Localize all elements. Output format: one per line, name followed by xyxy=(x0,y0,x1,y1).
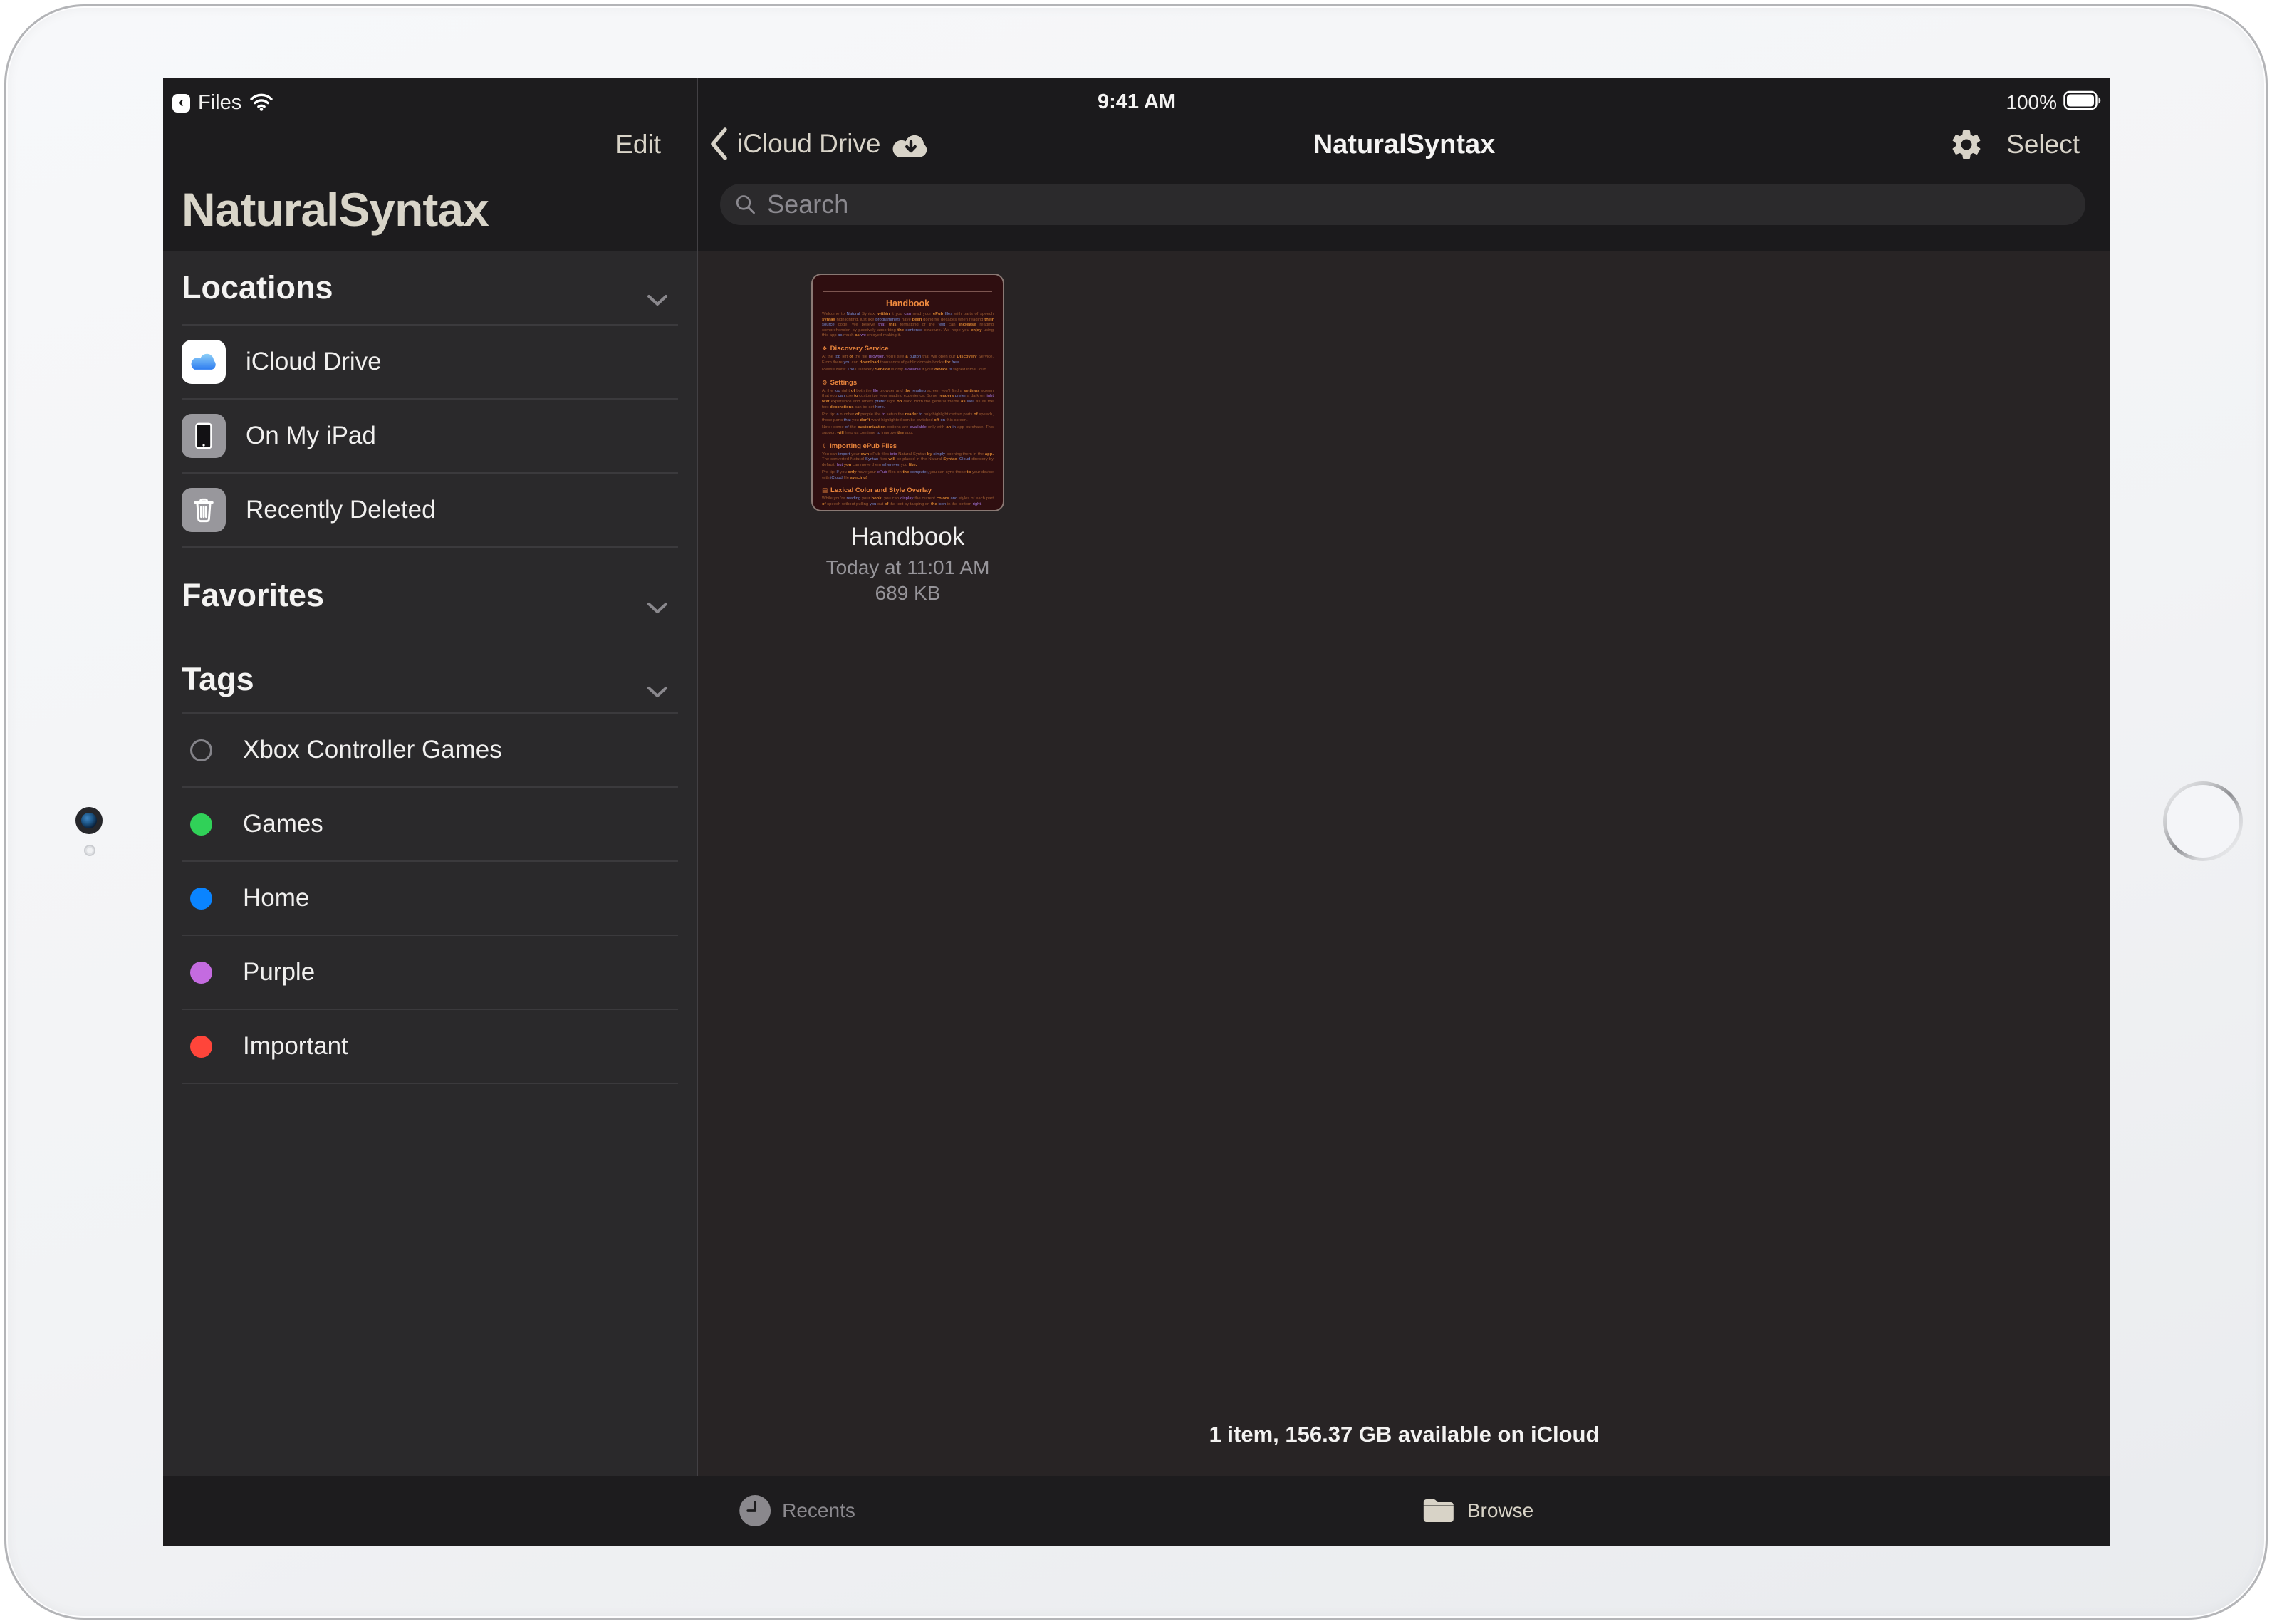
file-thumbnail: Handbook Welcome to Natural Syntax, with… xyxy=(811,274,1004,511)
clock-icon xyxy=(739,1494,771,1527)
thumb-paragraph: You can import your own ePub files into … xyxy=(822,452,994,469)
chevron-left-icon: ‹ xyxy=(179,95,184,110)
folder-icon xyxy=(1421,1497,1457,1525)
tag-item-games[interactable]: Games xyxy=(182,788,678,862)
status-app-name: Files xyxy=(198,91,241,115)
status-bar-right: 100% xyxy=(2006,90,2102,114)
tag-item-purple[interactable]: Purple xyxy=(182,936,678,1010)
home-button xyxy=(2163,781,2243,861)
sidebar-item-label: Recently Deleted xyxy=(246,496,436,524)
sidebar-item-label: On My iPad xyxy=(246,422,376,450)
tag-label: Games xyxy=(243,810,323,838)
battery-percent: 100% xyxy=(2006,91,2057,114)
tag-item-xbox-controller-games[interactable]: Xbox Controller Games xyxy=(182,714,678,788)
thumb-section: ⚙Settings At the top right of both the f… xyxy=(822,379,994,437)
status-time: 9:41 AM xyxy=(1098,90,1176,114)
tag-circle-icon xyxy=(190,813,212,836)
sidebar-item-label: iCloud Drive xyxy=(246,348,382,376)
tab-label: Browse xyxy=(1467,1499,1533,1522)
home-button-inner xyxy=(2167,785,2239,858)
thumb-paragraph: Please Note: The Discovery Service is on… xyxy=(822,368,994,373)
thumb-section: ▤Lexical Color and Style Overlay While y… xyxy=(822,486,994,507)
thumb-paragraph: Pro tip: a number of people like to setu… xyxy=(822,412,994,423)
sidebar: Edit NaturalSyntax Locations iCloud Driv… xyxy=(163,78,697,1546)
file-modified-date: Today at 11:01 AM xyxy=(811,556,1004,579)
screen: Edit NaturalSyntax Locations iCloud Driv… xyxy=(163,78,2110,1546)
thumb-divider xyxy=(823,291,992,292)
tag-circle-icon xyxy=(190,1036,212,1058)
search-bar[interactable] xyxy=(720,184,2085,225)
trash-icon xyxy=(182,488,226,532)
thumb-paragraph: At the top right of both the file browse… xyxy=(822,389,994,410)
chevron-down-icon[interactable] xyxy=(647,585,668,623)
tab-browse[interactable]: Browse xyxy=(1421,1476,1533,1546)
edit-button[interactable]: Edit xyxy=(615,130,661,160)
overlay-icon: ▤ xyxy=(822,486,828,494)
section-header-locations[interactable]: Locations xyxy=(182,269,678,306)
tag-item-home[interactable]: Home xyxy=(182,862,678,936)
search-icon xyxy=(734,193,756,216)
thumb-section: ❖Discovery Service At the top left of th… xyxy=(822,345,994,373)
sidebar-item-icloud-drive[interactable]: iCloud Drive xyxy=(182,326,678,400)
battery-icon xyxy=(2063,90,2102,114)
thumb-paragraph: Welcome to Natural Syntax, within it you… xyxy=(822,312,994,339)
discovery-icon: ❖ xyxy=(822,345,828,352)
light-sensor xyxy=(84,845,95,856)
tag-item-important[interactable]: Important xyxy=(182,1010,678,1084)
thumb-doc-title: Handbook xyxy=(822,298,994,308)
thumb-paragraph: Note: some of the customization options … xyxy=(822,425,994,436)
gear-icon[interactable] xyxy=(1949,127,1984,166)
page-title: NaturalSyntax xyxy=(698,130,2110,160)
items-status-text: 1 item, 156.37 GB available on iCloud xyxy=(698,1422,2110,1447)
icloud-drive-icon xyxy=(182,340,226,384)
front-camera xyxy=(75,807,103,834)
tag-label: Home xyxy=(243,884,309,912)
thumb-section-title: Settings xyxy=(830,379,857,387)
thumb-paragraph: At the top left of the file browser, you… xyxy=(822,355,994,365)
section-header-tags[interactable]: Tags xyxy=(182,661,678,698)
tag-label: Important xyxy=(243,1032,348,1061)
tags-label: Tags xyxy=(182,661,254,697)
thumb-section-title: Importing ePub Files xyxy=(830,442,897,450)
main-header: iCloud Drive NaturalSyntax Select xyxy=(698,78,2110,251)
favorites-label: Favorites xyxy=(182,577,324,613)
sidebar-item-recently-deleted[interactable]: Recently Deleted xyxy=(182,474,678,548)
file-size: 689 KB xyxy=(811,582,1004,605)
sidebar-item-on-my-ipad[interactable]: On My iPad xyxy=(182,400,678,474)
tag-circle-icon xyxy=(190,962,212,984)
thumb-section-title: Lexical Color and Style Overlay xyxy=(830,486,932,494)
tab-bar: Recents Browse xyxy=(163,1476,2110,1546)
sidebar-app-title: NaturalSyntax xyxy=(182,182,489,236)
section-header-favorites[interactable]: Favorites xyxy=(182,577,678,614)
tab-label: Recents xyxy=(782,1499,855,1522)
status-bar-left: ‹ Files xyxy=(172,91,273,115)
locations-list: iCloud Drive On My iPad xyxy=(182,324,678,548)
chevron-down-icon[interactable] xyxy=(647,670,668,707)
file-name: Handbook xyxy=(811,523,1004,551)
search-input[interactable] xyxy=(766,189,2071,220)
wifi-icon xyxy=(249,92,273,115)
tag-label: Xbox Controller Games xyxy=(243,736,502,764)
select-button[interactable]: Select xyxy=(2006,130,2080,160)
chevron-down-icon[interactable] xyxy=(647,278,668,315)
tag-circle-icon xyxy=(190,739,212,761)
tags-list: Xbox Controller Games Games Home Purple … xyxy=(182,712,678,1084)
pane-divider xyxy=(697,78,698,1546)
thumb-section: ⇩Importing ePub Files You can import you… xyxy=(822,442,994,482)
file-item-handbook[interactable]: Handbook Welcome to Natural Syntax, with… xyxy=(811,274,1004,605)
import-icon: ⇩ xyxy=(822,442,827,449)
tag-label: Purple xyxy=(243,958,315,987)
tag-circle-icon xyxy=(190,888,212,910)
thumb-paragraph: Pro tip: If you only have your ePub file… xyxy=(822,470,994,481)
ipad-icon xyxy=(182,414,226,458)
back-to-app-badge[interactable]: ‹ xyxy=(172,94,190,113)
tab-recents[interactable]: Recents xyxy=(739,1476,855,1546)
main-pane: iCloud Drive NaturalSyntax Select xyxy=(698,78,2110,1546)
thumb-paragraph: While you're reading your book, you can … xyxy=(822,496,994,507)
locations-label: Locations xyxy=(182,269,333,306)
gear-icon: ⚙ xyxy=(822,379,828,386)
thumb-section-title: Discovery Service xyxy=(830,345,889,353)
